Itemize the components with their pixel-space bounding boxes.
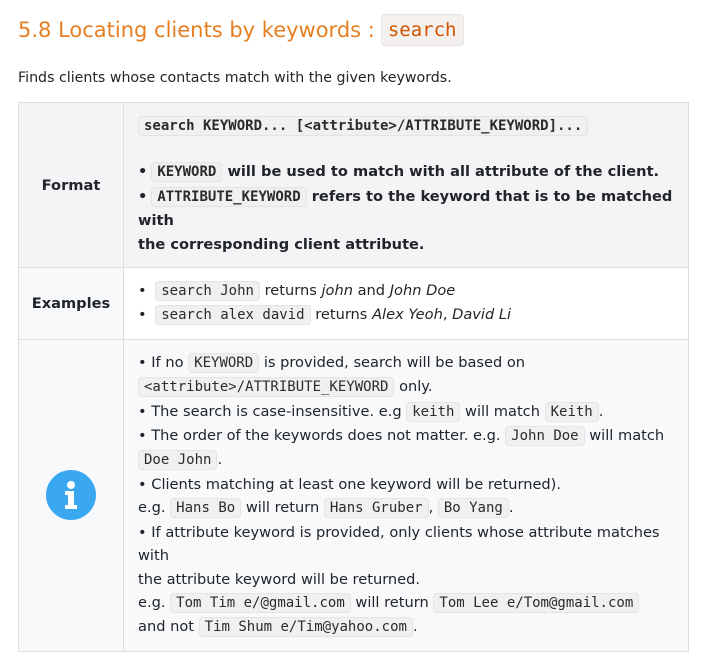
format-label: Format	[18, 101, 124, 269]
info-row: • If no KEYWORD is provided, search will…	[18, 338, 689, 652]
examples-row: Examples • search John returns john and …	[18, 267, 689, 340]
section-title-text: 5.8 Locating clients by keywords :	[18, 18, 375, 42]
format-command: search KEYWORD... [<attribute>/ATTRIBUTE…	[138, 116, 589, 136]
examples-label: Examples	[18, 267, 124, 340]
example-1: • search John returns john and John Doe	[138, 281, 456, 302]
info-line-1: • If no KEYWORD is provided, search will…	[138, 352, 526, 373]
format-bullet-1-code: KEYWORD	[151, 162, 223, 183]
section-intro: Finds clients whose contacts match with …	[18, 70, 452, 86]
info-icon-glyph	[65, 481, 77, 510]
info-line-11: and not Tim Shum e/Tim@yahoo.com.	[138, 617, 418, 638]
info-line-8: • If attribute keyword is provided, only…	[138, 523, 660, 565]
examples-body: • search John returns john and John Doe …	[123, 267, 689, 340]
info-line-10: e.g. Tom Tim e/@gmail.com will return To…	[138, 591, 674, 615]
format-bullet-2: • ATTRIBUTE_KEYWORD refers to the keyword…	[138, 186, 673, 230]
info-line-6: • Clients matching at least one keyword …	[138, 475, 562, 493]
info-icon	[46, 470, 96, 521]
info-line-7: e.g. Hans Bo will return Hans Gruber, Bo…	[138, 498, 514, 519]
format-bullet-2-text-cont: the corresponding client attribute.	[138, 235, 425, 253]
info-line-4: • The order of the keywords does not mat…	[138, 426, 665, 447]
info-line-2: <attribute>/ATTRIBUTE_KEYWORD only.	[138, 375, 674, 399]
info-line-3: • The search is case-insensitive. e.g ke…	[138, 401, 604, 422]
section-title-code: search	[380, 14, 464, 46]
example-2-code: search alex david	[155, 305, 311, 326]
section-title: 5.8 Locating clients by keywords : searc…	[18, 14, 690, 46]
format-bullet-1: • KEYWORD will be used to match with all …	[138, 162, 660, 183]
example-2: • search alex david returns Alex Yeoh, D…	[138, 305, 512, 326]
format-bullet-2-code: ATTRIBUTE_KEYWORD	[151, 186, 307, 207]
command-table: Format search KEYWORD... [<attribute>/AT…	[18, 101, 689, 652]
format-bullet-1-text: will be used to match with all attribute…	[227, 163, 660, 181]
format-body: search KEYWORD... [<attribute>/ATTRIBUTE…	[123, 101, 689, 269]
info-line-9: the attribute keyword will be returned.	[138, 570, 421, 588]
info-icon-cell	[18, 338, 124, 652]
info-line-5: Doe John.	[138, 448, 674, 472]
example-1-code: search John	[155, 281, 260, 302]
page: 5.8 Locating clients by keywords : searc…	[0, 0, 710, 652]
info-body: • If no KEYWORD is provided, search will…	[123, 338, 689, 652]
format-row: Format search KEYWORD... [<attribute>/AT…	[18, 101, 689, 269]
